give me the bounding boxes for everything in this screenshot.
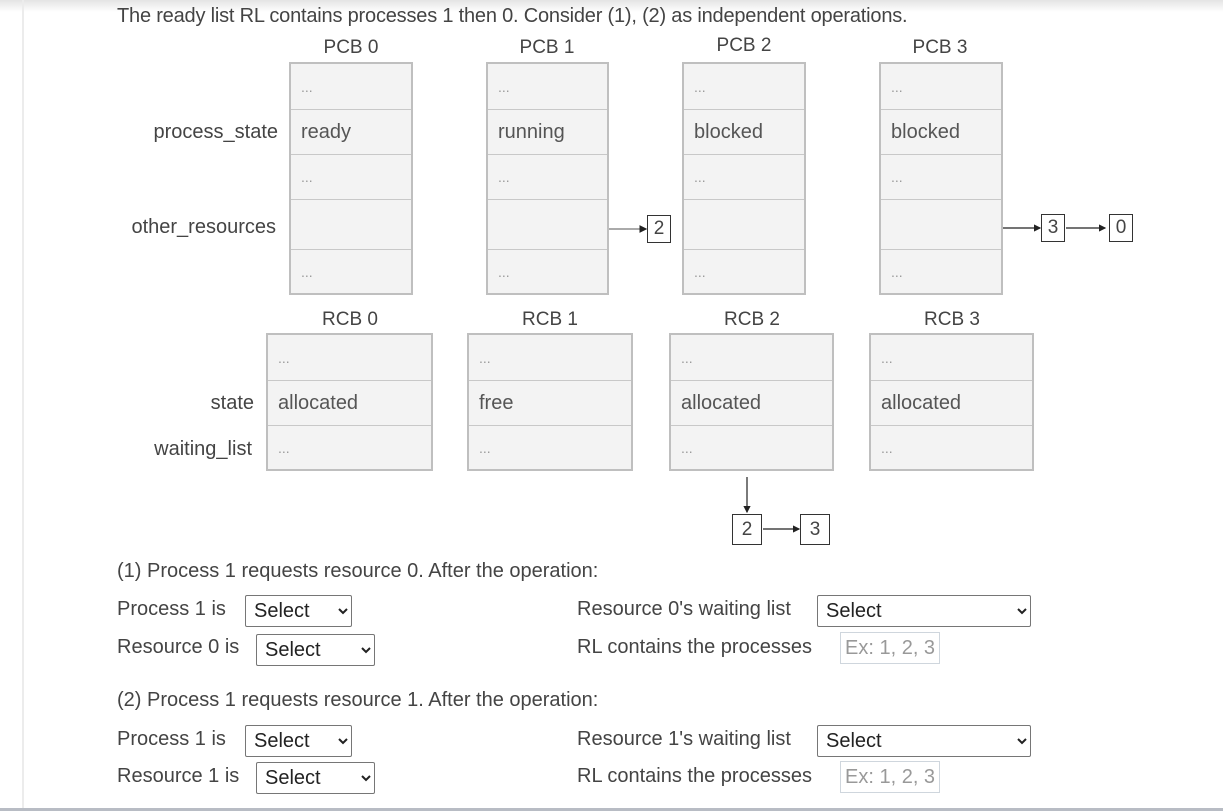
label-waiting-list: waiting_list xyxy=(154,438,252,460)
pcb3-resource-node-3: 3 xyxy=(1041,214,1065,242)
q2-waiting-label: Resource 1's waiting list xyxy=(577,728,791,750)
q1-process-label: Process 1 is xyxy=(117,598,226,620)
rcb-2-field-0: ... xyxy=(671,335,832,381)
q1-waiting-select[interactable]: Select xyxy=(817,595,1031,627)
rcb-1-title: RCB 1 xyxy=(522,309,578,330)
q2-waiting-select[interactable]: Select xyxy=(817,725,1031,757)
rcb-0-title: RCB 0 xyxy=(322,309,378,330)
q1-rl-label: RL contains the processes xyxy=(577,636,812,658)
rcb-2-title: RCB 2 xyxy=(724,309,780,330)
pcb3-resource-node-0: 0 xyxy=(1109,214,1133,242)
q2-heading: (2) Process 1 requests resource 1. After… xyxy=(117,689,599,711)
rcb-2-waiting-list: ... xyxy=(681,439,693,456)
rcb-3-title: RCB 3 xyxy=(924,309,980,330)
q1-resource-select[interactable]: Select xyxy=(256,634,375,666)
q1-waiting-label: Resource 0's waiting list xyxy=(577,598,791,620)
rcb-1: ... free ... xyxy=(467,333,633,471)
rcb-3-waiting-list: ... xyxy=(881,439,893,456)
q1-resource-label: Resource 0 is xyxy=(117,636,240,658)
rcb-0-waiting-list: ... xyxy=(278,439,290,456)
rcb-1-field-0: ... xyxy=(469,335,631,381)
label-state: state xyxy=(210,392,254,414)
rcb-1-waiting-list: ... xyxy=(479,439,491,456)
rcb-3-field-0: ... xyxy=(871,335,1032,381)
pcb1-resource-node-2: 2 xyxy=(647,215,671,243)
q2-resource-select[interactable]: Select xyxy=(256,762,375,794)
q2-resource-label: Resource 1 is xyxy=(117,765,240,787)
q2-rl-input[interactable] xyxy=(840,761,940,793)
rcb-0-field-0: ... xyxy=(268,335,431,381)
q1-heading: (1) Process 1 requests resource 0. After… xyxy=(117,560,599,582)
q1-rl-input[interactable] xyxy=(840,632,940,664)
rcb-0: ... allocated ... xyxy=(266,333,433,471)
q1-process-select[interactable]: Select xyxy=(245,595,352,627)
rcb-3-state: allocated xyxy=(871,381,1032,426)
q2-rl-label: RL contains the processes xyxy=(577,765,812,787)
rcb-2-state: allocated xyxy=(671,381,832,426)
rcb-3: ... allocated ... xyxy=(869,333,1034,471)
rcb-0-state: allocated xyxy=(268,381,431,426)
rcb2-waiting-node-3: 3 xyxy=(800,514,830,545)
rcb-2: ... allocated ... xyxy=(669,333,834,471)
q2-process-label: Process 1 is xyxy=(117,728,226,750)
rcb-1-state: free xyxy=(469,381,631,426)
rcb2-waiting-node-2: 2 xyxy=(732,514,762,545)
q2-process-select[interactable]: Select xyxy=(245,725,352,757)
